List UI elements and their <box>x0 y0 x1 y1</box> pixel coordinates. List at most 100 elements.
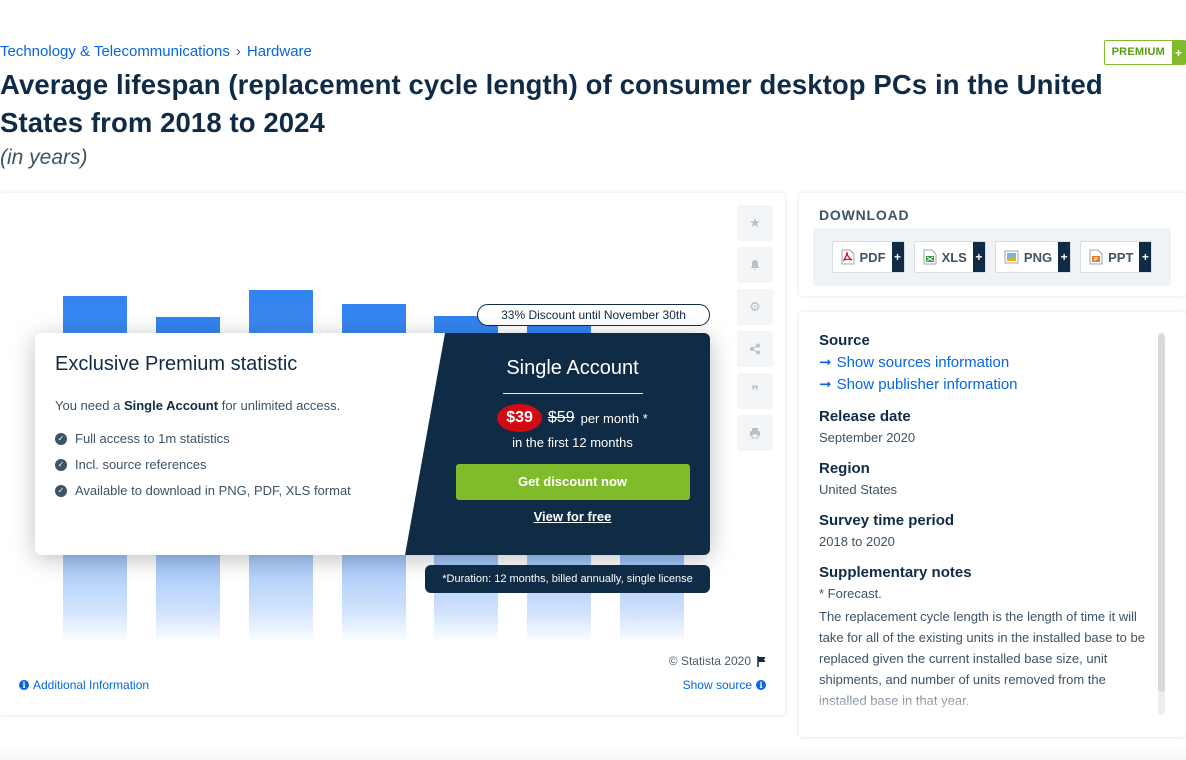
copyright-text: © Statista 2020 <box>668 654 751 668</box>
download-ppt-body: P PPT <box>1081 242 1139 272</box>
offer-inner: Single Account $39 $59 per month * in th… <box>455 333 690 526</box>
additional-information-link[interactable]: i Additional Information <box>19 678 149 692</box>
download-pdf-body: PDF <box>833 242 892 272</box>
region-value: United States <box>819 482 898 497</box>
plus-icon: + <box>972 242 985 272</box>
check-icon: ✓ <box>55 432 67 445</box>
release-value: September 2020 <box>819 430 916 445</box>
xls-icon <box>923 249 937 265</box>
need-account: Single Account <box>123 398 219 413</box>
offer-divider <box>502 393 643 394</box>
download-buttons: PDF + XLS + PNG + P PPT + <box>813 228 1171 286</box>
premium-label: PREMIUM <box>1111 46 1165 58</box>
ppt-icon: P <box>1089 249 1103 265</box>
offer-title: Single Account <box>506 357 639 379</box>
survey-value: 2018 to 2020 <box>819 534 895 549</box>
page: Technology & Telecommunications › Hardwa… <box>0 0 1186 760</box>
billing-period: in the first 12 months <box>512 435 633 450</box>
feature-label: Incl. source references <box>75 457 207 472</box>
plus-icon: + <box>1058 242 1071 272</box>
info-icon: i <box>19 680 29 690</box>
page-title: Average lifespan (replacement cycle leng… <box>0 69 1103 138</box>
pdf-icon <box>841 249 855 265</box>
paywall-offer: Single Account $39 $59 per month * in th… <box>405 333 710 555</box>
survey-section: Survey time period 2018 to 2020 <box>819 512 1149 549</box>
check-icon: ✓ <box>55 458 67 471</box>
need-suffix: for unlimited access. <box>221 398 341 413</box>
bell-icon[interactable] <box>737 247 773 283</box>
additional-information-label: Additional Information <box>33 678 150 692</box>
feature-item: ✓ Available to download in PNG, PDF, XLS … <box>55 483 425 498</box>
share-icon[interactable] <box>737 331 773 367</box>
info-icon: i <box>756 680 766 690</box>
gear-icon[interactable]: ⚙ <box>737 289 773 325</box>
download-xls-label: XLS <box>941 249 967 265</box>
price-row: $39 $59 per month * <box>455 404 690 432</box>
discount-badge: 33% Discount until November 30th <box>477 304 710 326</box>
download-card: DOWNLOAD PDF + XLS + PNG + P PPT + <box>799 193 1186 296</box>
arrow-right-icon: ➞ <box>819 376 832 393</box>
flag-icon[interactable] <box>757 655 767 667</box>
download-ppt-button[interactable]: P PPT + <box>1080 241 1153 273</box>
content-fade <box>819 688 1149 718</box>
premium-plus: + <box>1172 41 1185 64</box>
notes-heading: Supplementary notes <box>819 564 972 581</box>
feature-label: Available to download in PNG, PDF, XLS f… <box>75 483 351 498</box>
print-icon[interactable] <box>737 415 773 451</box>
paywall-info: Exclusive Premium statistic You need a S… <box>35 333 445 555</box>
premium-paywall: Exclusive Premium statistic You need a S… <box>35 333 710 555</box>
quote-icon[interactable]: ❞ <box>737 373 773 409</box>
download-png-label: PNG <box>1023 249 1053 265</box>
region-heading: Region <box>819 460 870 477</box>
source-scrollbar[interactable] <box>1158 332 1165 715</box>
release-heading: Release date <box>819 408 911 425</box>
download-ppt-label: PPT <box>1108 249 1134 265</box>
per-month: per month * <box>580 410 648 426</box>
download-png-body: PNG <box>996 242 1058 272</box>
release-section: Release date September 2020 <box>819 408 1149 445</box>
download-png-button[interactable]: PNG + <box>994 241 1072 273</box>
check-icon: ✓ <box>55 484 67 497</box>
source-section: Source ➞ Show sources information ➞ Show… <box>819 332 1149 393</box>
star-icon[interactable]: ★ <box>737 205 773 241</box>
view-for-free-link[interactable]: View for free <box>534 509 612 524</box>
premium-badge[interactable]: PREMIUM + <box>1103 40 1186 65</box>
breadcrumb-separator: › <box>235 43 241 60</box>
statista-credit: © Statista 2020 <box>669 654 767 668</box>
png-icon <box>1004 250 1019 264</box>
download-title: DOWNLOAD <box>819 207 910 223</box>
source-card: Source ➞ Show sources information ➞ Show… <box>799 312 1186 737</box>
show-source-link[interactable]: Show source i <box>683 678 766 692</box>
feature-item: ✓ Full access to 1m statistics <box>55 431 425 446</box>
need-prefix: You need a <box>55 398 121 413</box>
breadcrumb-subcategory-link[interactable]: Hardware <box>247 43 312 60</box>
download-xls-body: XLS <box>915 242 973 272</box>
source-content: Source ➞ Show sources information ➞ Show… <box>819 332 1149 718</box>
survey-heading: Survey time period <box>819 512 955 529</box>
duration-note: *Duration: 12 months, billed annually, s… <box>425 565 710 593</box>
download-xls-button[interactable]: XLS + <box>913 241 986 273</box>
show-publisher-link[interactable]: ➞ Show publisher information <box>819 375 1149 394</box>
arrow-right-icon: ➞ <box>819 354 832 371</box>
show-sources-link[interactable]: ➞ Show sources information <box>819 353 1149 372</box>
scrollbar-thumb[interactable] <box>1158 334 1165 692</box>
breadcrumb: Technology & Telecommunications › Hardwa… <box>0 43 312 60</box>
source-heading: Source <box>819 332 870 349</box>
price-old: $59 <box>547 409 575 426</box>
get-discount-button[interactable]: Get discount now <box>455 464 690 500</box>
feature-label: Full access to 1m statistics <box>75 431 230 446</box>
show-publisher-label: Show publisher information <box>836 375 1018 393</box>
show-sources-label: Show sources information <box>836 353 1010 371</box>
svg-text:P: P <box>1094 257 1098 263</box>
download-pdf-button[interactable]: PDF + <box>831 241 905 273</box>
plus-icon: + <box>1139 242 1152 272</box>
paywall-need-text: You need a Single Account for unlimited … <box>55 398 425 413</box>
breadcrumb-category-link[interactable]: Technology & Telecommunications <box>0 43 230 60</box>
feature-item: ✓ Incl. source references <box>55 457 425 472</box>
notes-forecast: * Forecast. <box>819 586 882 601</box>
page-subtitle: (in years) <box>0 146 88 169</box>
region-section: Region United States <box>819 460 1149 497</box>
bottom-strip <box>0 745 1186 760</box>
download-pdf-label: PDF <box>859 249 886 265</box>
show-source-label: Show source <box>682 678 752 692</box>
